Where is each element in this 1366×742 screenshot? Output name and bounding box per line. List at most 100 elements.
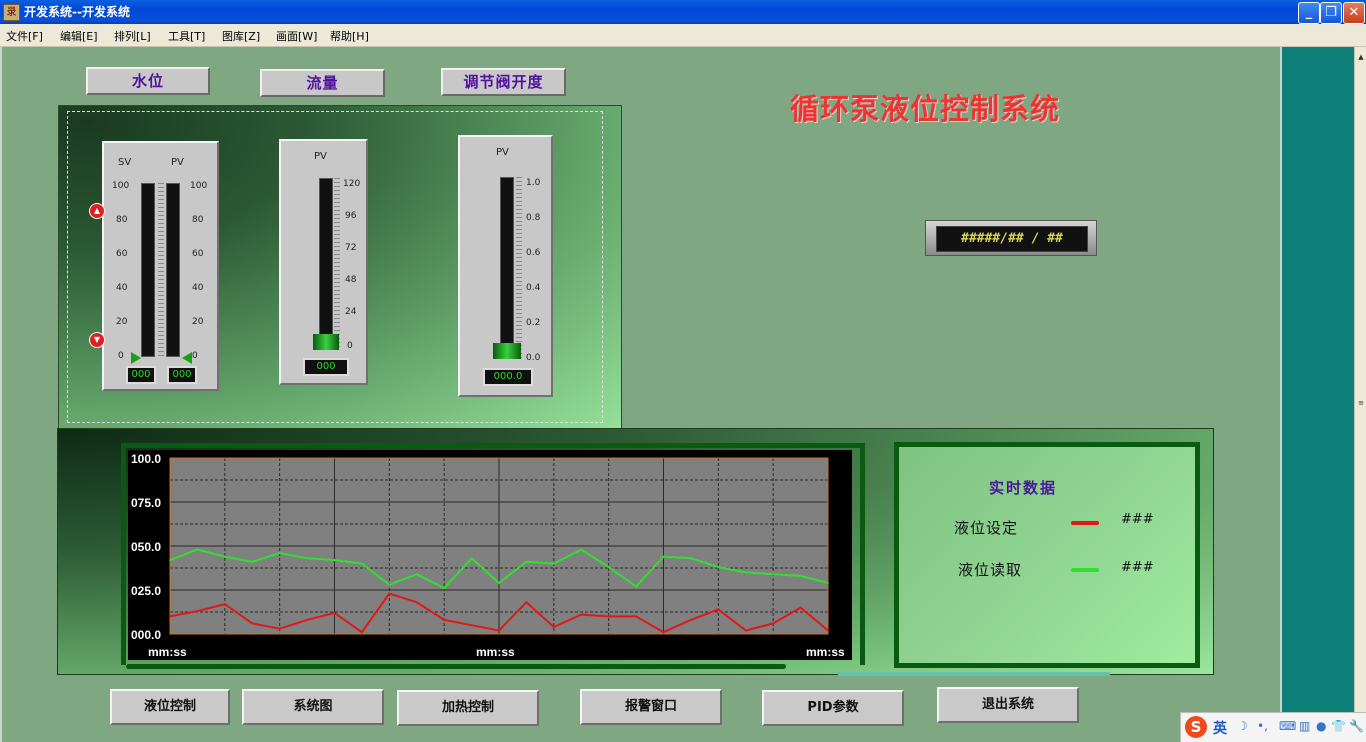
- series-0-point: [498, 582, 500, 584]
- maximize-button[interactable]: ❐: [1320, 2, 1342, 24]
- menu-gallery[interactable]: 图库[Z]: [222, 28, 260, 44]
- level-tick: 60: [116, 249, 128, 259]
- valve-tube: [500, 177, 514, 359]
- level-tick: 20: [192, 317, 204, 327]
- lcd-display: #####/## / ##: [925, 220, 1097, 256]
- x-tick-label: mm:ss: [806, 645, 845, 659]
- trend-frame: [121, 443, 126, 665]
- series-1-point: [553, 626, 555, 628]
- series-1-point: [690, 619, 692, 621]
- level-control-button[interactable]: 液位控制: [110, 689, 230, 725]
- series-1-point: [415, 601, 418, 604]
- menu-bar: 文件[F] 编辑[E] 排列[L] 工具[T] 图库[Z] 画面[W] 帮助[H…: [0, 24, 1366, 47]
- series-1-point: [607, 615, 610, 618]
- flow-tick: 0: [347, 341, 353, 351]
- valve-tick: 1.0: [526, 178, 541, 188]
- menu-arrange[interactable]: 排列[L]: [114, 28, 151, 44]
- series-0-point: [415, 573, 418, 575]
- halfwidth-icon[interactable]: ☽: [1237, 719, 1248, 733]
- low-alarm-icon[interactable]: ▼: [89, 332, 105, 348]
- series-0-point: [278, 552, 281, 554]
- flow-fill: [313, 334, 339, 350]
- series-0-point: [169, 559, 171, 561]
- menu-file[interactable]: 文件[F]: [6, 28, 43, 44]
- scroll-up-icon[interactable]: ▲: [1356, 53, 1366, 63]
- flow-pv-label: PV: [314, 151, 327, 162]
- sv-pointer-icon[interactable]: [131, 352, 141, 364]
- series-0-point: [196, 548, 199, 551]
- trend-frame: [126, 664, 786, 669]
- heating-control-button[interactable]: 加热控制: [397, 690, 539, 726]
- series-0-point: [251, 561, 254, 563]
- valve-tick: 0.8: [526, 213, 541, 223]
- menu-edit[interactable]: 编辑[E]: [60, 28, 98, 44]
- valve-tick: 0.2: [526, 318, 541, 328]
- flow-tick: 96: [345, 211, 357, 221]
- divider: [838, 672, 1110, 676]
- flow-readout: 000: [303, 358, 349, 376]
- valve-tick: 0.6: [526, 248, 541, 258]
- series-0-point: [443, 587, 445, 590]
- series-0-point: [470, 557, 473, 560]
- scroll-thumb-icon[interactable]: ≡: [1356, 399, 1366, 409]
- tab-water-level[interactable]: 水位: [86, 67, 210, 95]
- series-1-point: [251, 622, 254, 625]
- system-diagram-button[interactable]: 系统图: [242, 689, 384, 725]
- menu-help[interactable]: 帮助[H]: [330, 28, 369, 44]
- series-1-point: [525, 601, 528, 604]
- flow-tube: [319, 178, 333, 350]
- menu-tools[interactable]: 工具[T]: [168, 28, 205, 44]
- setpoint-legend-swatch: [1071, 521, 1099, 525]
- high-alarm-icon[interactable]: ▲: [89, 203, 105, 219]
- series-1-point: [333, 612, 336, 614]
- series-1-point: [306, 619, 308, 621]
- vertical-scrollbar[interactable]: ▲ ≡: [1354, 47, 1366, 742]
- ime-language-toggle[interactable]: 英: [1213, 718, 1227, 738]
- app-icon: 录: [3, 4, 20, 21]
- series-0-point: [525, 561, 528, 563]
- pv-label: PV: [171, 157, 184, 168]
- alarm-window-button[interactable]: 报警窗口: [580, 689, 722, 725]
- series-0-point: [635, 585, 637, 588]
- level-reading-label: 液位读取: [958, 561, 1023, 579]
- skin-icon[interactable]: 👕: [1331, 719, 1346, 733]
- pid-parameters-button[interactable]: PID参数: [762, 690, 904, 726]
- toolbox-icon[interactable]: ▥: [1299, 719, 1310, 733]
- level-tick: 40: [116, 283, 128, 293]
- sogou-logo-icon[interactable]: S: [1185, 716, 1207, 738]
- tab-flow[interactable]: 流量: [260, 69, 385, 97]
- menu-screen[interactable]: 画面[W]: [276, 28, 317, 44]
- level-tick: 100: [112, 181, 130, 191]
- side-panel: [1280, 47, 1354, 742]
- flow-tick: 72: [345, 243, 357, 253]
- flow-tick: 48: [345, 275, 357, 285]
- x-tick-label: mm:ss: [476, 645, 515, 659]
- realtime-data-panel: 实时数据 液位设定 ### 液位读取 ###: [894, 442, 1200, 668]
- close-button[interactable]: ✕: [1343, 2, 1365, 24]
- pv-readout: 000: [167, 366, 197, 384]
- y-tick-label: 025.0: [131, 584, 161, 598]
- series-0-point: [690, 557, 692, 560]
- keyboard-icon[interactable]: ⌨: [1279, 719, 1296, 733]
- level-tick: 80: [192, 215, 204, 225]
- punctuation-icon[interactable]: •,: [1257, 719, 1268, 733]
- window-title: 开发系统--开发系统: [24, 5, 130, 19]
- ime-toolbar: S 英 ☽ •, ⌨ ▥ ● 👕 🔧: [1180, 712, 1366, 742]
- series-1-point: [717, 608, 720, 611]
- y-tick-label: 050.0: [131, 540, 161, 554]
- series-0-point: [580, 548, 583, 551]
- level-tick: 100: [190, 181, 208, 191]
- series-1-point: [799, 606, 802, 609]
- tab-valve-opening[interactable]: 调节阀开度: [441, 68, 566, 96]
- level-tick: 40: [192, 283, 204, 293]
- series-1-point: [224, 603, 226, 605]
- valve-readout: 000.0: [483, 368, 533, 386]
- valve-scale: [516, 177, 522, 359]
- minimize-button[interactable]: _: [1298, 2, 1320, 24]
- settings-wrench-icon[interactable]: 🔧: [1349, 719, 1364, 733]
- valve-gauge: PV 1.0 0.8 0.6 0.4 0.2 0.0 000.0: [458, 135, 553, 397]
- exit-system-button[interactable]: 退出系统: [937, 687, 1079, 723]
- series-1-point: [662, 631, 665, 634]
- user-icon[interactable]: ●: [1316, 719, 1326, 733]
- valve-tick: 0.4: [526, 283, 541, 293]
